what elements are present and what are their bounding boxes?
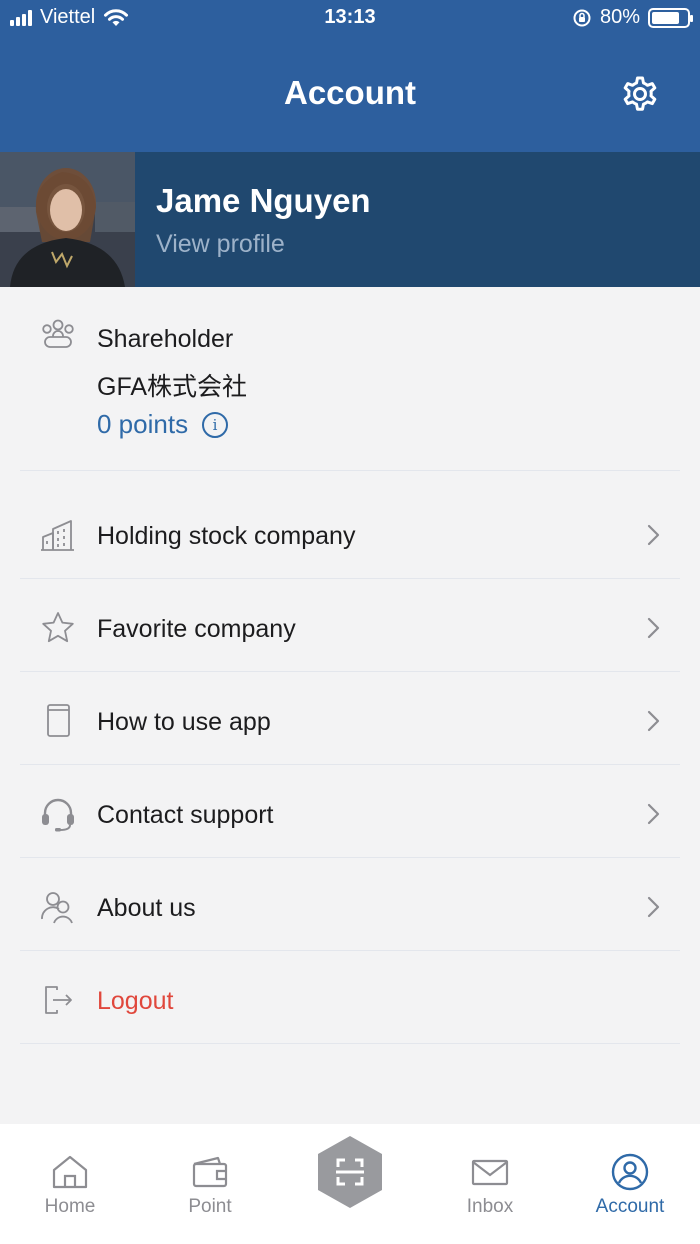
page-title: Account bbox=[284, 74, 416, 111]
view-profile-link[interactable]: View profile bbox=[156, 230, 285, 259]
settings-button[interactable] bbox=[618, 72, 662, 116]
users-icon bbox=[41, 892, 73, 924]
menu-item-favorite-company[interactable]: Favorite company bbox=[0, 582, 700, 675]
logout-icon bbox=[45, 986, 72, 1014]
menu-item-how-to-use-app[interactable]: How to use app bbox=[0, 675, 700, 768]
divider bbox=[20, 764, 680, 765]
divider bbox=[20, 671, 680, 672]
user-circle-icon bbox=[611, 1153, 649, 1191]
tab-point[interactable]: Point bbox=[140, 1124, 280, 1244]
home-icon bbox=[52, 1155, 88, 1189]
menu-item-contact-support[interactable]: Contact support bbox=[0, 768, 700, 861]
book-icon bbox=[47, 704, 70, 737]
menu-item-about-us[interactable]: About us bbox=[0, 861, 700, 954]
chevron-right-icon bbox=[647, 710, 660, 732]
tab-inbox[interactable]: Inbox bbox=[420, 1124, 560, 1244]
divider bbox=[20, 950, 680, 951]
mail-icon bbox=[471, 1159, 509, 1186]
logout-label: Logout bbox=[97, 987, 174, 1015]
chevron-right-icon bbox=[647, 617, 660, 639]
wallet-icon bbox=[192, 1156, 228, 1188]
menu-item-label: Holding stock company bbox=[97, 522, 356, 550]
profile-name: Jame Nguyen bbox=[156, 182, 371, 219]
menu-item-label: Favorite company bbox=[97, 615, 296, 643]
logout-button[interactable]: Logout bbox=[0, 954, 700, 1047]
menu-item-label: How to use app bbox=[97, 708, 271, 736]
shareholder-info: Shareholder GFA株式会社 0 points i bbox=[0, 287, 700, 471]
divider bbox=[20, 470, 680, 471]
chevron-right-icon bbox=[647, 896, 660, 918]
points-row: 0 points i bbox=[97, 409, 229, 440]
tab-label: Account bbox=[595, 1196, 665, 1217]
star-icon bbox=[42, 612, 74, 643]
battery-fill bbox=[652, 11, 680, 24]
app-header: Viettel 13:13 80% Account bbox=[0, 0, 700, 152]
menu-item-holding-stock-company[interactable]: Holding stock company bbox=[0, 489, 700, 582]
menu-item-label: About us bbox=[97, 894, 196, 922]
divider bbox=[20, 1043, 680, 1044]
gear-icon bbox=[623, 76, 657, 111]
chevron-right-icon bbox=[647, 524, 660, 546]
status-bar: Viettel 13:13 80% bbox=[0, 0, 700, 40]
chevron-right-icon bbox=[647, 803, 660, 825]
profile-card[interactable]: Jame Nguyen View profile bbox=[0, 152, 700, 287]
divider bbox=[20, 578, 680, 579]
battery-percent: 80% bbox=[599, 6, 640, 28]
tab-account[interactable]: Account bbox=[560, 1124, 700, 1244]
tab-label: Home bbox=[44, 1196, 96, 1217]
tab-label: Point bbox=[188, 1196, 232, 1217]
scan-button[interactable] bbox=[315, 1134, 385, 1210]
rotation-lock-icon bbox=[573, 9, 591, 26]
group-icon bbox=[42, 319, 74, 348]
menu-item-label: Contact support bbox=[97, 801, 274, 829]
building-icon bbox=[41, 520, 74, 551]
points-value: 0 points bbox=[97, 409, 189, 439]
company-name: GFA株式会社 bbox=[97, 373, 248, 401]
info-icon[interactable]: i bbox=[202, 411, 229, 438]
tab-label: Inbox bbox=[466, 1196, 514, 1217]
divider bbox=[20, 857, 680, 858]
tab-home[interactable]: Home bbox=[0, 1124, 140, 1244]
avatar bbox=[0, 152, 135, 287]
battery-icon bbox=[648, 7, 693, 28]
headset-icon bbox=[42, 798, 74, 832]
bottom-tab-bar: Home Point Inbox Account bbox=[0, 1124, 700, 1244]
shareholder-role: Shareholder bbox=[97, 325, 234, 353]
